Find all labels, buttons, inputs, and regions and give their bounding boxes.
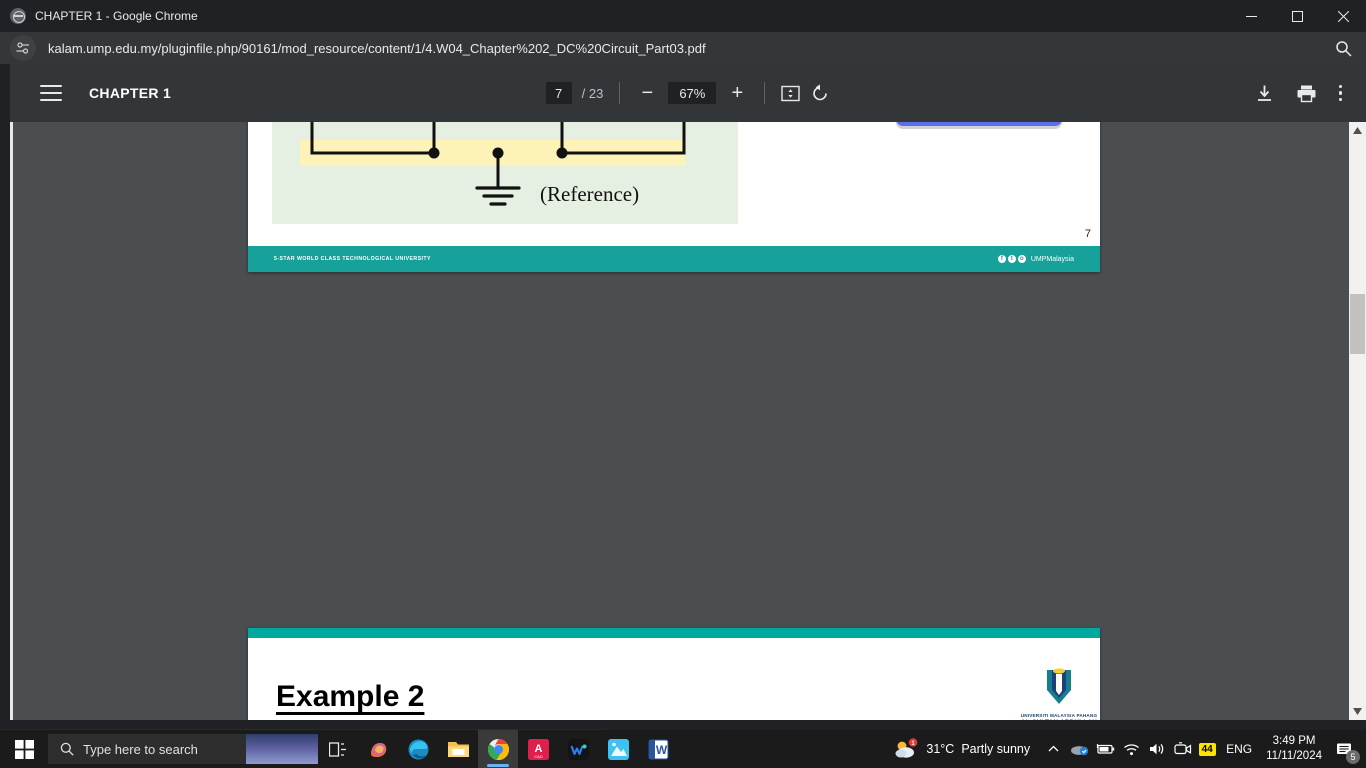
slide-page-number: 7 — [1084, 228, 1091, 240]
search-icon — [60, 742, 74, 756]
windows-start-icon[interactable] — [0, 730, 48, 768]
zoom-level-display[interactable]: 67% — [668, 82, 717, 104]
fit-to-page-icon[interactable] — [781, 84, 801, 103]
pdf-page-7: I2 R2 + − 40 Ω V1 V2 I1 I3 — [248, 122, 1100, 272]
partly-sunny-icon: 1 — [895, 738, 918, 758]
search-placeholder: Type here to search — [83, 741, 198, 757]
weather-temperature: 31°C — [926, 742, 955, 756]
chrome-icon[interactable] — [478, 730, 518, 768]
footer-social: f t o UMPMalaysia — [997, 255, 1074, 263]
edge-icon[interactable] — [398, 730, 438, 768]
wifi-icon[interactable] — [1118, 730, 1144, 768]
twitter-icon[interactable]: t — [1007, 255, 1016, 263]
pdf-toolbar-right — [1255, 84, 1366, 103]
wondershare-icon[interactable] — [558, 730, 598, 768]
taskbar-search-box[interactable]: Type here to search — [48, 734, 318, 764]
photos-icon[interactable] — [598, 730, 638, 768]
close-button[interactable] — [1320, 0, 1366, 32]
image-upload-button-slide1[interactable]: Image Upload — [896, 122, 1063, 126]
window-controls — [1228, 0, 1366, 32]
scroll-down-icon[interactable] — [1349, 703, 1366, 720]
svg-text:W: W — [655, 743, 667, 757]
toolbar-divider — [619, 82, 621, 104]
pdf-viewer-canvas[interactable]: I2 R2 + − 40 Ω V1 V2 I1 I3 — [10, 122, 1366, 720]
windows-taskbar: Type here to search A CAD W 1 31°C Partl… — [0, 730, 1366, 768]
volume-icon[interactable] — [1144, 730, 1170, 768]
svg-text:CAD: CAD — [534, 754, 543, 759]
search-decoration-image — [246, 734, 318, 764]
tab-strip: CHAPTER 1 - Google Chrome — [0, 0, 1228, 32]
pdf-toolbar: CHAPTER 1 / 23 − 67% + — [10, 64, 1366, 122]
ump-crest-icon-2 — [1047, 668, 1071, 704]
hamburger-menu-icon[interactable] — [40, 85, 62, 101]
show-hidden-icons[interactable] — [1040, 730, 1066, 768]
badge-value: 44 — [1198, 742, 1216, 756]
page-total-label: / 23 — [581, 85, 604, 101]
print-icon[interactable] — [1296, 84, 1317, 103]
input-indicator-badge[interactable]: 44 — [1196, 730, 1218, 768]
camera-icon[interactable] — [1170, 730, 1196, 768]
clock-time: 3:49 PM — [1272, 735, 1316, 747]
chrome-title-bar: CHAPTER 1 - Google Chrome — [0, 0, 1366, 32]
file-explorer-icon[interactable] — [438, 730, 478, 768]
chrome-active-indicator — [487, 764, 509, 767]
zoom-out-button[interactable]: − — [636, 83, 658, 103]
instagram-icon[interactable]: o — [1017, 255, 1026, 263]
notifications-icon[interactable]: 5 — [1328, 730, 1362, 768]
pdf-document-title: CHAPTER 1 — [89, 85, 172, 101]
weather-widget[interactable]: 1 31°C Partly sunny — [883, 738, 1040, 760]
footer-tagline: 5-STAR WORLD CLASS TECHNOLOGICAL UNIVERS… — [274, 256, 431, 262]
scrollbar-thumb[interactable] — [1350, 294, 1365, 354]
word-icon[interactable]: W — [638, 730, 678, 768]
clock-date: 11/11/2024 — [1266, 750, 1322, 762]
slide-footer: 5-STAR WORLD CLASS TECHNOLOGICAL UNIVERS… — [248, 246, 1100, 272]
find-in-page-icon[interactable] — [1335, 40, 1352, 57]
address-bar[interactable]: kalam.ump.edu.my/pluginfile.php/90161/mo… — [48, 41, 1335, 56]
onedrive-icon[interactable] — [1066, 730, 1092, 768]
logo-2-line-2: AL-SULTAN ABDULLAH — [1020, 719, 1098, 720]
pdf-page-8: Example 2 Image Upload UNI — [248, 628, 1100, 720]
circuit-diagram-figure: I2 R2 + − 40 Ω V1 V2 I1 I3 — [272, 122, 738, 224]
label-reference: (Reference) — [540, 182, 640, 206]
task-view-icon[interactable] — [318, 730, 358, 768]
battery-icon[interactable] — [1092, 730, 1118, 768]
maximize-button[interactable] — [1274, 0, 1320, 32]
rotate-counterclockwise-icon[interactable] — [810, 83, 830, 103]
slide2-top-band — [248, 628, 1100, 638]
toolbar-divider-2 — [764, 82, 766, 104]
page-number-input[interactable] — [545, 82, 572, 104]
omnibox-actions — [1335, 40, 1366, 57]
logo-2-line-1: UNIVERSITI MALAYSIA PAHANG — [1020, 713, 1098, 718]
scroll-up-icon[interactable] — [1349, 122, 1366, 139]
viewer-left-edge — [10, 122, 13, 720]
autocad-icon[interactable]: A CAD — [518, 730, 558, 768]
taskbar-clock[interactable]: 3:49 PM 11/11/2024 — [1260, 734, 1328, 764]
university-logo-2: UNIVERSITI MALAYSIA PAHANG AL-SULTAN ABD… — [1020, 666, 1098, 720]
copilot-icon[interactable] — [358, 730, 398, 768]
omnibox-bar: kalam.ump.edu.my/pluginfile.php/90161/mo… — [0, 32, 1366, 64]
language-indicator[interactable]: ENG — [1218, 742, 1260, 756]
weather-description: Partly sunny — [961, 742, 1031, 756]
footer-handle: UMPMalaysia — [1030, 255, 1074, 263]
circuit-schematic — [300, 122, 686, 206]
example-2-title: Example 2 — [276, 680, 425, 713]
site-settings-icon[interactable] — [10, 35, 36, 61]
pdf-page-zoom-controls: / 23 − 67% + — [10, 82, 1366, 104]
notification-count: 5 — [1346, 750, 1360, 764]
desktop-screen: CHAPTER 1 - Google Chrome kalam.ump.edu.… — [0, 0, 1366, 768]
viewer-scrollbar[interactable] — [1349, 122, 1366, 720]
globe-icon — [10, 8, 26, 24]
system-tray: 1 31°C Partly sunny 44 ENG 3:49 PM 11/11… — [883, 730, 1366, 768]
download-icon[interactable] — [1255, 84, 1274, 103]
zoom-in-button[interactable]: + — [726, 83, 748, 103]
more-options-icon[interactable] — [1338, 84, 1342, 102]
minimize-button[interactable] — [1228, 0, 1274, 32]
window-title: CHAPTER 1 - Google Chrome — [35, 9, 198, 23]
facebook-icon[interactable]: f — [997, 255, 1006, 263]
